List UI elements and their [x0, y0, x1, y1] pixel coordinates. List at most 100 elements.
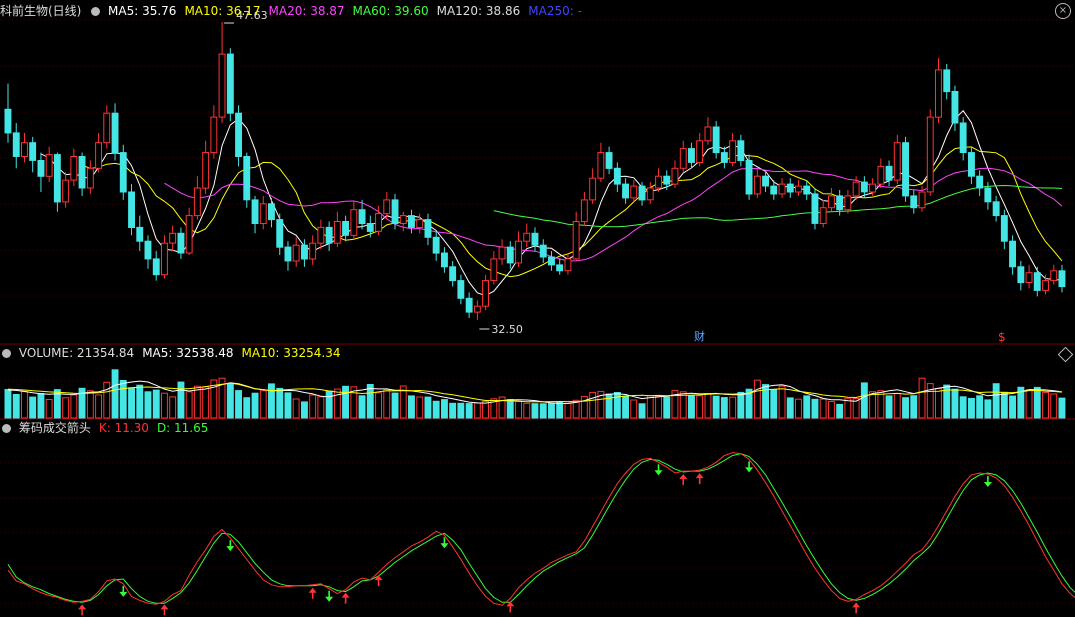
volume-bar — [531, 403, 539, 419]
candle-body — [375, 213, 383, 232]
volume-bar — [737, 391, 745, 419]
candle-body — [910, 195, 918, 209]
volume-bar — [301, 401, 308, 419]
candle-body — [202, 152, 210, 189]
candle-body — [885, 165, 893, 181]
ma-label-4: MA120: 38.86 — [436, 4, 521, 18]
volume-bar — [45, 399, 53, 419]
settings-circle-icon[interactable] — [91, 7, 101, 16]
candle-body — [1050, 270, 1058, 282]
volume-bar — [1000, 391, 1008, 419]
candle-body — [441, 252, 448, 268]
volume-bar — [177, 381, 185, 419]
candle-body — [424, 219, 432, 238]
candle-body — [836, 195, 844, 211]
volume-bar — [366, 384, 374, 419]
up-arrow-icon — [679, 474, 688, 480]
up-arrow-icon — [341, 592, 350, 598]
candle-body — [218, 53, 226, 118]
indicator-panel-header: 筹码成交箭头 K: 11.30 D: 11.65 — [0, 420, 224, 436]
candle-body — [144, 240, 152, 260]
up-arrow-icon — [78, 604, 87, 610]
volume-bar — [457, 402, 465, 419]
volume-bar — [910, 395, 918, 419]
chart-canvas[interactable]: 47.6332.50财 $ — [0, 0, 1075, 617]
volume-label-0: VOLUME: 21354.84 — [18, 346, 135, 360]
volume-bar — [473, 402, 481, 419]
candle-body — [268, 203, 275, 221]
candle-body — [819, 207, 827, 224]
candle-body — [53, 154, 61, 203]
volume-bar — [803, 395, 811, 419]
stock-title[interactable]: 科前生物(日线) — [0, 4, 81, 18]
volume-bar — [795, 398, 802, 419]
down-arrow-icon — [440, 543, 449, 549]
volume-settings-icon[interactable] — [2, 349, 11, 358]
volume-bar — [342, 385, 350, 419]
volume-bar — [309, 394, 317, 419]
volume-bar — [235, 390, 243, 419]
candle-body — [45, 154, 53, 177]
ma60-line — [493, 184, 1063, 228]
candle-body — [893, 142, 901, 181]
volume-bar — [95, 394, 102, 419]
indicator-label-1: K: 11.30 — [98, 421, 149, 435]
volume-bar — [885, 395, 893, 419]
ma-label-5: MA250: - — [528, 4, 582, 18]
candle-body — [4, 108, 12, 134]
candle-body — [622, 183, 629, 199]
volume-bar — [161, 392, 168, 419]
volume-bar — [185, 391, 193, 419]
candle-body — [111, 112, 119, 154]
candle-body — [301, 244, 308, 260]
candle-body — [416, 219, 424, 229]
close-circle-icon[interactable]: × — [1055, 3, 1071, 19]
candle-body — [177, 232, 185, 254]
candle-body — [342, 221, 350, 236]
candle-body — [391, 199, 399, 224]
volume-bar — [86, 390, 94, 419]
candle-body — [259, 203, 267, 225]
candle-body — [811, 193, 819, 224]
candle-body — [506, 246, 514, 264]
volume-bar — [333, 388, 341, 419]
candle-body — [737, 140, 745, 162]
volume-bar — [4, 389, 12, 419]
volume-bar — [482, 400, 490, 419]
candle-body — [515, 240, 522, 264]
down-arrow-icon — [325, 596, 334, 602]
candle-body — [457, 280, 465, 299]
candle-body — [210, 116, 218, 154]
volume-bar — [836, 403, 844, 419]
volume-bar — [1033, 386, 1041, 419]
candle-body — [572, 221, 580, 260]
volume-bar — [317, 396, 325, 419]
candle-body — [630, 185, 638, 199]
volume-bar — [753, 379, 761, 419]
volume-bar — [663, 396, 671, 419]
volume-bar — [860, 382, 868, 419]
candle-body — [926, 116, 934, 193]
volume-bar — [729, 396, 737, 419]
volume-bar — [268, 383, 275, 419]
candle-body — [844, 195, 852, 211]
volume-bar — [523, 402, 531, 419]
candle-body — [185, 215, 193, 254]
candle-body — [951, 91, 959, 124]
volume-bar — [506, 399, 514, 419]
indicator-settings-icon[interactable] — [2, 424, 11, 433]
candle-body — [432, 236, 440, 254]
candle-body — [95, 142, 102, 169]
finance-marker: 财 — [694, 329, 705, 343]
volume-bar — [819, 398, 827, 419]
candle-body — [556, 264, 564, 272]
candle-body — [753, 175, 761, 195]
candle-body — [366, 223, 374, 232]
candle-body — [605, 152, 613, 169]
down-arrow-icon — [654, 470, 663, 476]
candle-body — [745, 160, 753, 195]
candle-body — [29, 142, 37, 161]
candle-body — [103, 112, 111, 144]
candle-body — [78, 156, 86, 189]
volume-bar — [992, 383, 1000, 419]
